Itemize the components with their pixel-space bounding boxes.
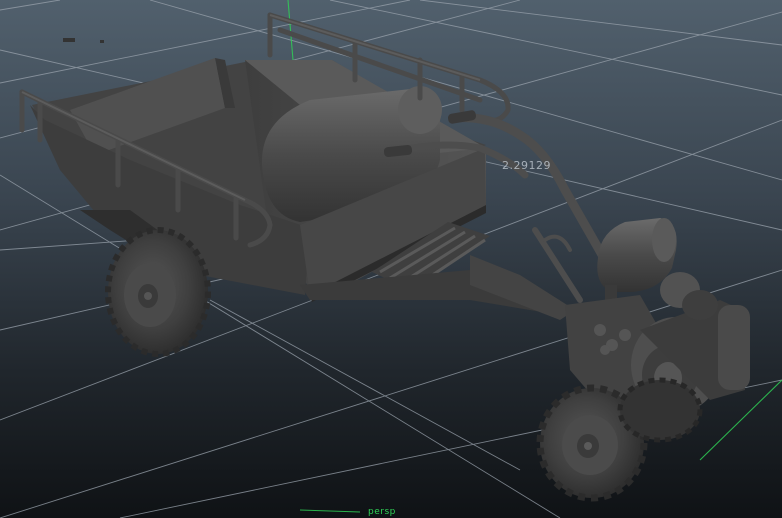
maya-viewport[interactable]: 2.29129 persp	[0, 0, 782, 518]
trailer-wheel[interactable]	[105, 227, 211, 357]
scene-canvas[interactable]	[0, 0, 782, 518]
far-objects	[63, 38, 104, 43]
rear-engine-wheel[interactable]	[617, 377, 703, 443]
